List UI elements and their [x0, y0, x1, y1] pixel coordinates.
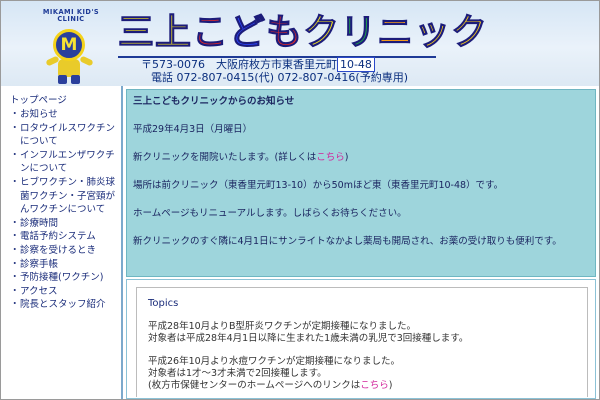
- title-char: ク: [451, 12, 489, 54]
- sidebar-item-hours[interactable]: ・診療時間: [10, 217, 118, 231]
- sidebar-item-rotavirus[interactable]: ・ロタウイルスワクチンについて: [10, 122, 118, 149]
- logo-leg-right: [71, 75, 80, 84]
- bullet: ・: [10, 258, 20, 270]
- sidebar-item-label: 診療時間: [20, 217, 59, 229]
- notice-text: 新クリニックを開院いたします。(詳しくは: [133, 152, 317, 163]
- sidebar-item-label: 予防接種(ワクチン): [20, 272, 104, 284]
- bullet: ・: [10, 149, 20, 161]
- title-char: ク: [303, 12, 341, 54]
- logo-leg-left: [58, 75, 67, 84]
- topic-line: 対象者は平成28年4月1日以降に生まれた1歳未満の乳児で3回接種します。: [148, 333, 469, 344]
- sidebar-item-label: ロタウイルスワクチンについて: [20, 122, 116, 148]
- title-char: 上: [155, 12, 193, 54]
- notice-text: ): [344, 152, 349, 163]
- title-char: ど: [229, 12, 267, 54]
- sidebar-item-label: 電話予約システム: [20, 231, 96, 243]
- bullet: ・: [10, 217, 20, 229]
- details-link[interactable]: こちら: [316, 152, 345, 163]
- topics-heading: Topics: [148, 298, 179, 309]
- bullet: ・: [10, 176, 20, 188]
- address-number-box: 10-48: [336, 57, 375, 72]
- sidebar-item-access[interactable]: ・アクセス: [10, 285, 118, 299]
- title-char: ニ: [377, 12, 415, 54]
- sidebar-item-staff[interactable]: ・院長とスタッフ紹介: [10, 298, 118, 312]
- clinic-logo[interactable]: MIKAMI KID'S CLINIC M: [31, 8, 111, 85]
- sidebar-item-handbook[interactable]: ・診察手帳: [10, 258, 118, 272]
- sidebar-item-label: インフルエンザワクチンについて: [20, 149, 115, 175]
- notice-line: 新クリニックを開院いたします。(詳しくはこちら): [133, 152, 349, 164]
- topic-line: 対象者は1才〜3才未満で2回接種します。: [148, 368, 327, 379]
- notice-line: ホームページもリニューアルします。しばらくお待ちください。: [133, 208, 407, 219]
- sidebar-item-label: 院長とスタッフ紹介: [20, 299, 106, 311]
- health-center-link[interactable]: こちら: [360, 380, 389, 391]
- title-char: ッ: [414, 12, 452, 54]
- clinic-title: 三上こどもクリニック: [117, 9, 487, 57]
- sidebar-item-news[interactable]: ・お知らせ: [10, 108, 118, 122]
- title-char: 三: [117, 12, 156, 54]
- sidebar-item-visit[interactable]: ・診察を受けるとき: [10, 244, 118, 258]
- site-header: MIKAMI KID'S CLINIC M 三上こどもクリニック 〒573-00…: [1, 1, 599, 86]
- address: 〒573-0076 大阪府枚方市東香里元町 10-48: [141, 57, 375, 72]
- notice-line: 新クリニックのすぐ隣に4月1日にサンライトなかよし薬局も開局され、お薬の受け取り…: [133, 236, 562, 247]
- sidebar-item-label: アクセス: [20, 285, 58, 297]
- topic-line: 平成28年10月よりB型肝炎ワクチンが定期接種になりました。: [148, 321, 417, 332]
- sidebar-item-hib[interactable]: ・ヒブワクチン・肺炎球菌ワクチン・子宮頸がんワクチンについて: [10, 176, 118, 217]
- topic-line: (枚方市保健センターのホームページへのリンクはこちら): [148, 380, 392, 392]
- notice-line: 場所は前クリニック（東香里元町13-10）から50mほど東（東香里元町10-48…: [133, 180, 504, 191]
- bullet: ・: [10, 272, 20, 284]
- sidebar-item-label: 診察を受けるとき: [20, 244, 97, 256]
- title-char: こ: [192, 12, 230, 54]
- sidebar-item-phone-reservation[interactable]: ・電話予約システム: [10, 230, 118, 244]
- sidebar-item-label: ヒブワクチン・肺炎球菌ワクチン・子宮頸がんワクチンについて: [20, 176, 116, 216]
- notice-heading: 三上こどもクリニックからのお知らせ: [133, 96, 295, 107]
- title-char: も: [266, 12, 304, 54]
- topic-text: (枚方市保健センターのホームページへのリンクは: [148, 380, 361, 391]
- sidebar-item-label: お知らせ: [20, 109, 58, 120]
- logo-mascot-head: M: [53, 29, 85, 61]
- logo-text: MIKAMI KID'S CLINIC: [42, 8, 100, 24]
- notice-panel: 三上こどもクリニックからのお知らせ 平成29年4月3日（月曜日） 新クリニックを…: [126, 89, 596, 277]
- sidebar-list: ・お知らせ ・ロタウイルスワクチンについて ・インフルエンザワクチンについて ・…: [10, 108, 118, 312]
- logo-arm-right: [79, 55, 94, 67]
- bullet: ・: [10, 244, 20, 256]
- sidebar-nav: トップページ ・お知らせ ・ロタウイルスワクチンについて ・インフルエンザワクチ…: [1, 86, 123, 399]
- topics-panel: Topics 平成28年10月よりB型肝炎ワクチンが定期接種になりました。 対象…: [126, 279, 596, 399]
- sidebar-item-top-page[interactable]: トップページ: [10, 95, 67, 107]
- phone-numbers: 電話 072-807-0415(代) 072-807-0416(予約専用): [151, 71, 409, 84]
- notice-date: 平成29年4月3日（月曜日）: [133, 124, 253, 135]
- bullet: ・: [10, 299, 20, 311]
- sidebar-item-vaccination[interactable]: ・予防接種(ワクチン): [10, 271, 118, 285]
- bullet: ・: [10, 109, 20, 120]
- sidebar-item-influenza[interactable]: ・インフルエンザワクチンについて: [10, 149, 118, 176]
- bullet: ・: [10, 122, 20, 134]
- bullet: ・: [10, 285, 20, 297]
- topics-box: Topics 平成28年10月よりB型肝炎ワクチンが定期接種になりました。 対象…: [136, 287, 588, 397]
- address-text: 〒573-0076 大阪府枚方市東香里元町: [141, 58, 337, 71]
- main-content: 三上こどもクリニックからのお知らせ 平成29年4月3日（月曜日） 新クリニックを…: [123, 86, 599, 399]
- title-char: リ: [340, 12, 378, 54]
- sidebar-item-label: 診察手帳: [20, 258, 59, 270]
- topic-line: 平成26年10月より水痘ワクチンが定期接種になりました。: [148, 356, 400, 367]
- topic-text: ): [388, 380, 393, 391]
- bullet: ・: [10, 231, 20, 243]
